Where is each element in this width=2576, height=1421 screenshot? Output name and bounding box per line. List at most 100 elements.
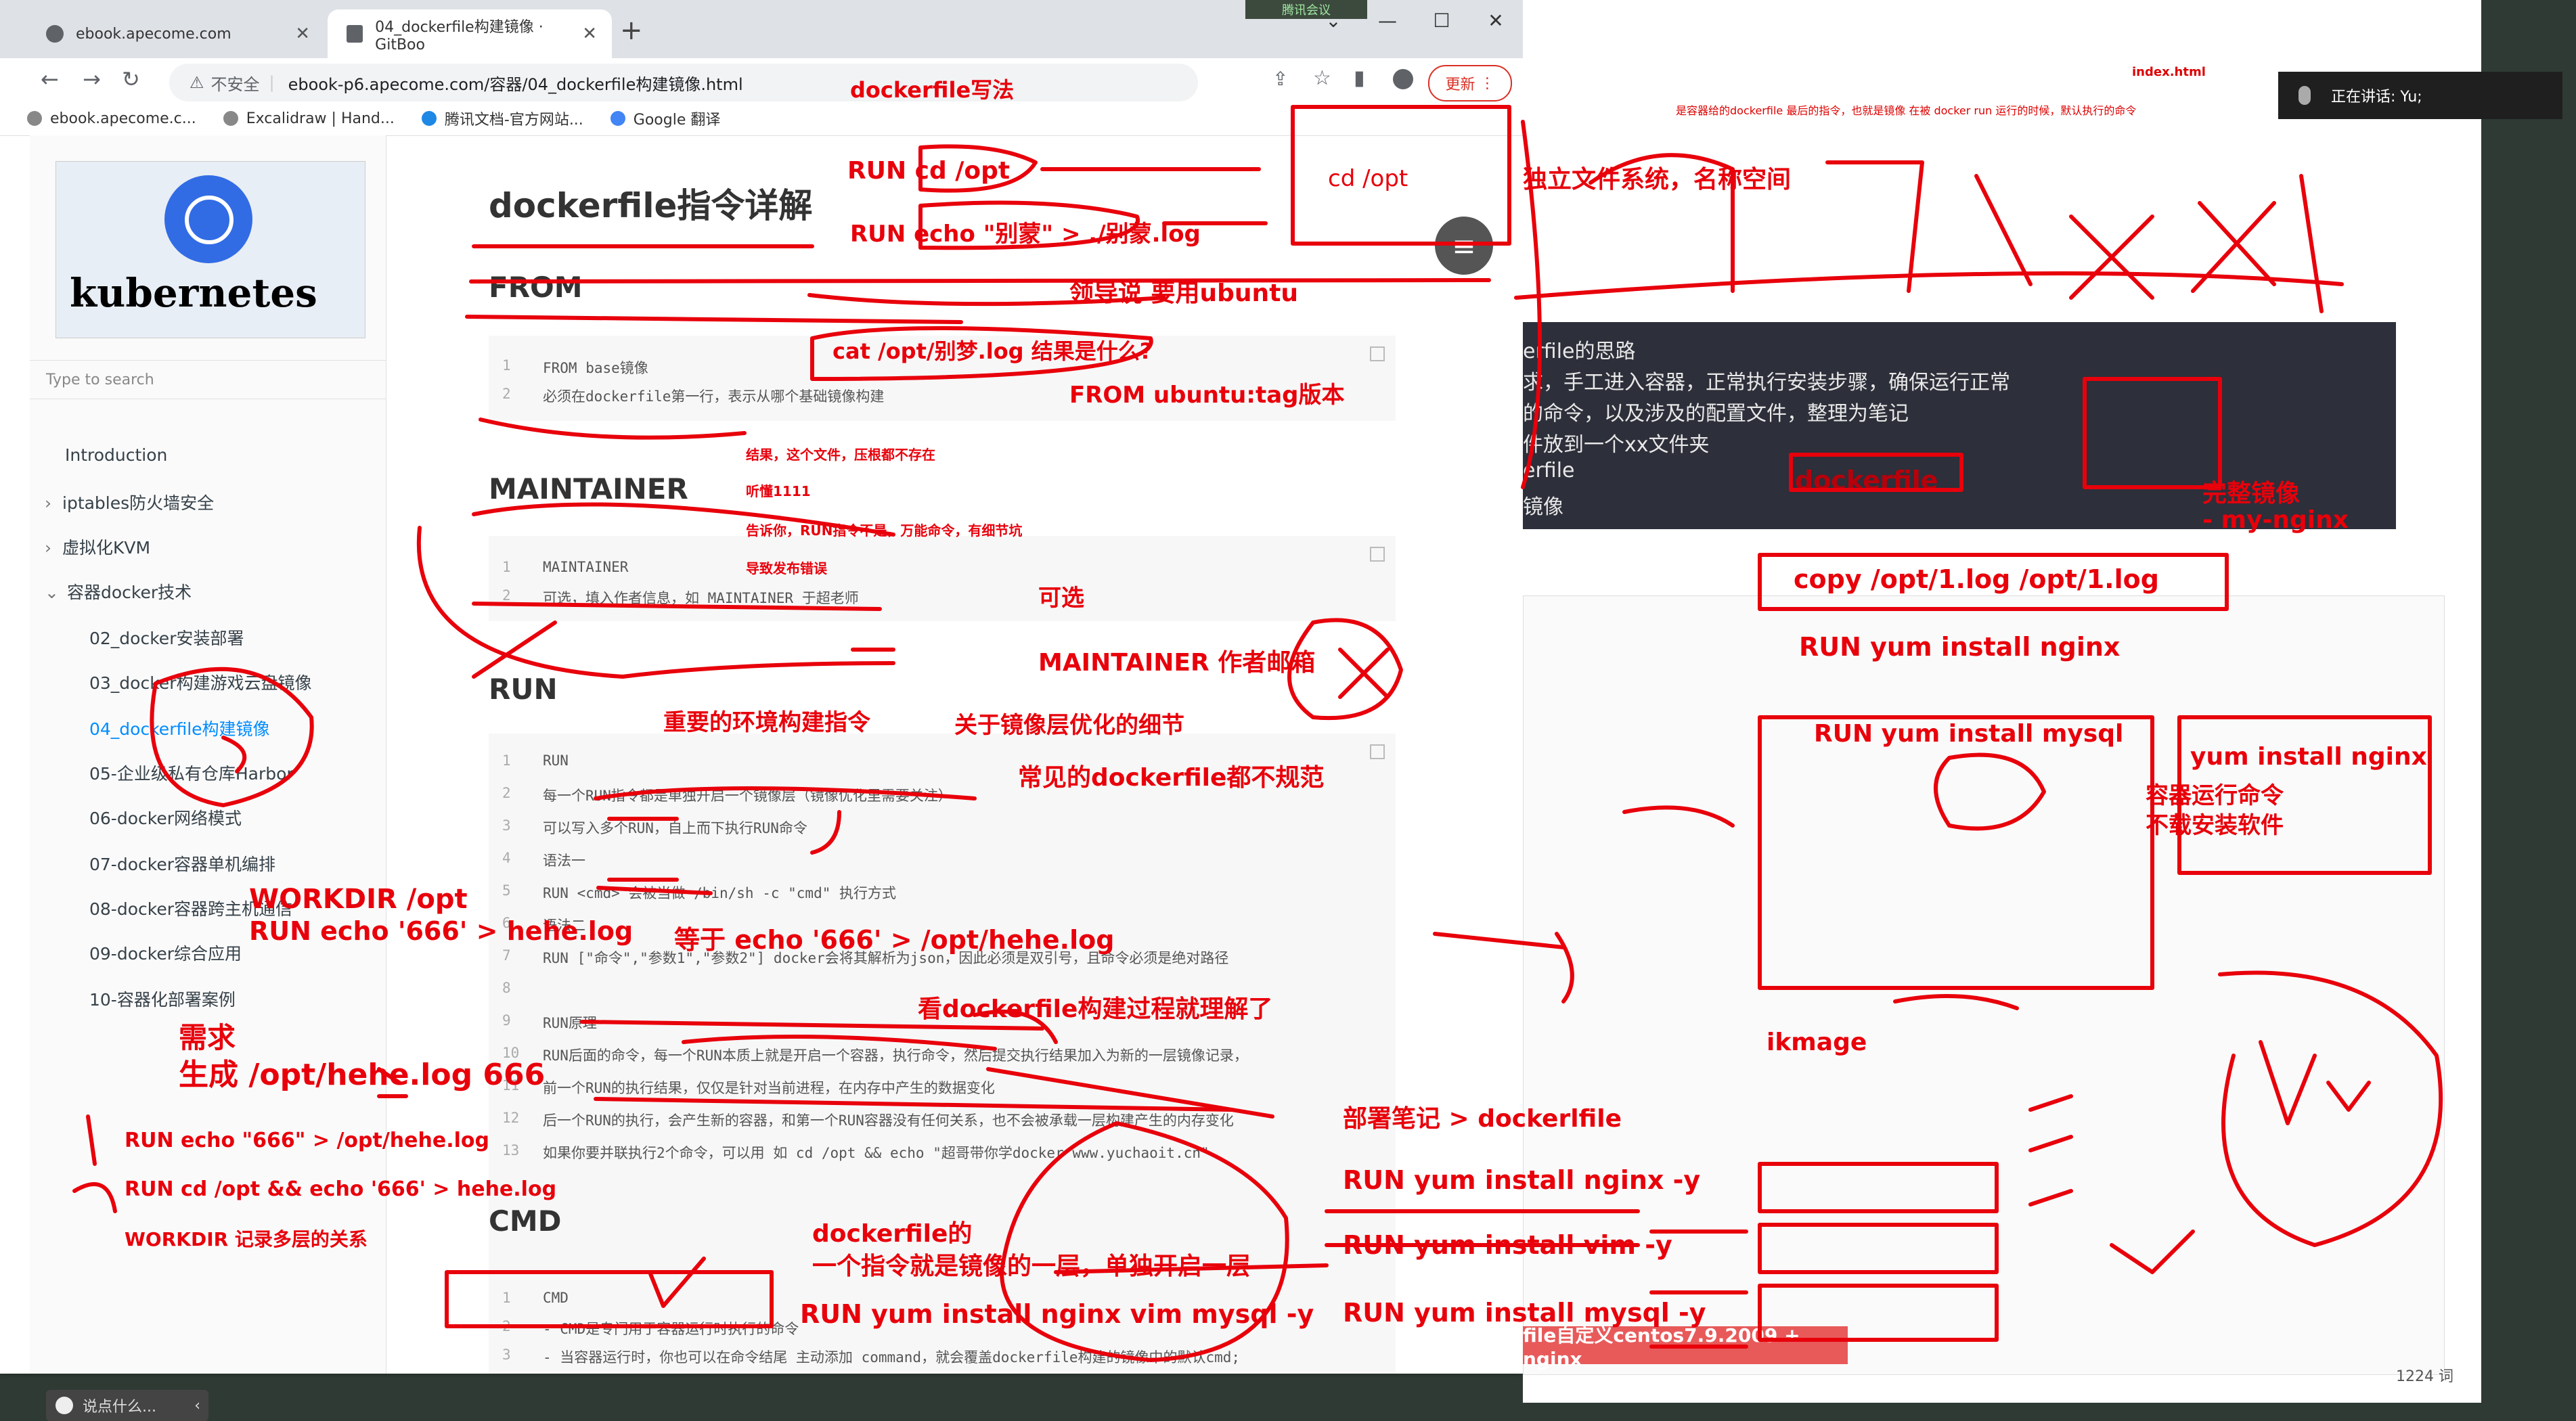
sidebar-item-05[interactable]: 05-企业级私有仓库Harbor xyxy=(30,761,386,785)
page-title: dockerfile指令详解 xyxy=(489,186,813,225)
line-number: 7 xyxy=(502,947,511,964)
warning-icon: ⚠ xyxy=(190,73,204,92)
sidebar-item-06[interactable]: 06-docker网络模式 xyxy=(30,805,386,830)
code-line: 每一个RUN指令都是单独开启一个镜像层（镜像优化里需要关注） xyxy=(543,788,952,804)
book-icon xyxy=(347,25,363,43)
translate-icon xyxy=(610,111,625,126)
bookmark-item[interactable]: ebook.apecome.c... xyxy=(27,110,196,127)
title-banner: file自定义centos7.9.2009 + nginx xyxy=(1523,1324,1848,1370)
chat-placeholder: 说点什么... xyxy=(83,1399,156,1416)
annotation: RUN yum install vim -y xyxy=(1343,1230,1672,1260)
annotation: 容器运行命令 xyxy=(2146,782,2284,809)
copy-icon[interactable] xyxy=(1370,346,1385,361)
forward-icon[interactable]: → xyxy=(83,66,101,92)
sidepanel-icon[interactable]: ▮ xyxy=(1354,66,1365,90)
minimize-icon[interactable]: — xyxy=(1360,0,1415,41)
annotation: RUN cd /opt && echo '666' > hehe.log xyxy=(125,1177,557,1201)
annotation: RUN yum install nginx vim mysql -y xyxy=(800,1299,1314,1329)
line-number: 8 xyxy=(502,980,511,996)
maximize-icon[interactable]: ☐ xyxy=(1415,0,1469,41)
address-bar[interactable]: ⚠ 不安全 | ebook-p6.apecome.com/容器/04_docke… xyxy=(169,64,1198,102)
annotation: ikmage xyxy=(1767,1029,1867,1056)
annotation: RUN cd /opt xyxy=(847,157,1011,185)
tab-dockerfile[interactable]: 04_dockerfile构建镜像 · GitBoo ✕ xyxy=(328,9,612,58)
sidebar-item-introduction[interactable]: Introduction xyxy=(30,445,386,465)
annotation: dockerfile xyxy=(1795,466,1938,495)
annotation: RUN echo "666" > /opt/hehe.log xyxy=(125,1129,489,1152)
code-line: RUN原理 xyxy=(543,1015,597,1031)
code-line: 可选，填入作者信息，如 MAINTAINER 于超老师 xyxy=(543,590,859,606)
tab-ebook[interactable]: ebook.apecome.com ✕ xyxy=(27,9,325,58)
tab-bar: ebook.apecome.com ✕ 04_dockerfile构建镜像 · … xyxy=(0,0,1523,64)
update-label: 更新 xyxy=(1445,76,1475,93)
share-icon[interactable]: ⇪ xyxy=(1272,68,1288,90)
annotation: 领导说 要用ubuntu xyxy=(1069,279,1299,307)
menu-button[interactable]: ≡ xyxy=(1435,217,1493,275)
annotation: 重要的环境构建指令 xyxy=(663,709,870,736)
chevron-left-icon[interactable]: ‹ xyxy=(194,1397,200,1414)
annotation: 看dockerfile构建过程就理解了 xyxy=(918,995,1273,1023)
code-line: 前一个RUN的执行结果，仅仅是针对当前进程，在内存中产生的数据变化 xyxy=(543,1080,995,1096)
code-line: 可以写入多个RUN，自上而下执行RUN命令 xyxy=(543,820,807,836)
sidebar-item-07[interactable]: 07-docker容器单机编排 xyxy=(30,851,386,876)
note-line: erfile xyxy=(1523,459,1575,482)
meeting-label: 正在讲话: Yu; xyxy=(2331,89,2422,106)
annotation: 导致发布错误 xyxy=(746,560,827,577)
code-line: CMD xyxy=(543,1290,569,1306)
sidebar-item-04[interactable]: 04_dockerfile构建镜像 xyxy=(30,716,386,740)
annotation: RUN echo '666' > hehe.log xyxy=(249,916,634,946)
meeting-indicator: 正在讲话: Yu; xyxy=(2278,72,2562,119)
chat-input[interactable]: 说点什么... ‹ xyxy=(46,1390,208,1421)
note-line: erfile的思路 xyxy=(1523,340,1636,363)
sidebar-item-02[interactable]: 02_docker安装部署 xyxy=(30,625,386,650)
search-input[interactable]: Type to search xyxy=(30,360,386,399)
chevron-right-icon: › xyxy=(45,538,51,558)
star-icon[interactable]: ☆ xyxy=(1313,66,1331,90)
annotation: 可选 xyxy=(1038,585,1084,612)
code-line: 后一个RUN的执行，会产生新的容器，和第一个RUN容器没有任何关系，也不会被承载… xyxy=(543,1112,1234,1129)
bookmark-item[interactable]: Excalidraw | Hand... xyxy=(223,110,395,127)
code-line: RUN后面的命令，每一个RUN本质上就是开启一个容器，执行命令，然后提交执行结果… xyxy=(543,1047,1248,1064)
note-line: 件放到一个xx文件夹 xyxy=(1523,433,1710,457)
heading-maintainer: MAINTAINER xyxy=(489,472,688,505)
annotation: 一个指令就是镜像的一层，单独开启一层 xyxy=(812,1253,1251,1280)
back-icon[interactable]: ← xyxy=(41,66,59,92)
chevron-down-icon[interactable]: ⌄ xyxy=(1306,0,1360,41)
copy-icon[interactable] xyxy=(1370,744,1385,759)
docs-icon xyxy=(421,111,437,126)
annotation: WORKDIR 记录多层的关系 xyxy=(125,1228,368,1250)
annotation: copy /opt/1.log /opt/1.log xyxy=(1794,564,2159,594)
code-line: - CMD是专门用于容器运行时执行的命令 xyxy=(543,1321,799,1337)
line-number: 5 xyxy=(502,882,511,899)
annotation: 告诉你，RUN指令不是，万能命令，有细节坑 xyxy=(746,522,1023,539)
sidebar-item-docker[interactable]: ⌄ 容器docker技术 xyxy=(30,579,386,604)
bookmark-item[interactable]: Google 翻译 xyxy=(610,108,720,129)
close-icon[interactable]: ✕ xyxy=(582,24,597,44)
avatar[interactable] xyxy=(1393,69,1413,89)
sidebar-item-kvm[interactable]: › 虚拟化KVM xyxy=(30,535,386,559)
annotation: RUN echo "别蒙" > ./别蒙.log xyxy=(850,221,1201,248)
code-line: RUN xyxy=(543,752,569,769)
heading-run: RUN xyxy=(489,673,558,706)
annotation: yum install nginx xyxy=(2190,743,2427,771)
copy-icon[interactable] xyxy=(1370,547,1385,562)
close-icon[interactable]: ✕ xyxy=(295,24,310,44)
reload-icon[interactable]: ↻ xyxy=(122,66,140,92)
annotation: 部署笔记 > dockerlfile xyxy=(1343,1105,1622,1133)
annotation: 常见的dockerfile都不规范 xyxy=(1018,764,1325,792)
tab-label: 04_dockerfile构建镜像 · GitBoo xyxy=(375,18,543,53)
sidebar-item-iptables[interactable]: › iptables防火墙安全 xyxy=(30,490,386,514)
sidebar-item-10[interactable]: 10-容器化部署案例 xyxy=(30,987,386,1011)
annotation: 生成 /opt/hehe.log 666 xyxy=(179,1058,546,1092)
annotation: 听懂1111 xyxy=(746,483,811,499)
microphone-icon xyxy=(2299,86,2311,105)
bookmark-item[interactable]: 腾讯文档-官方网站... xyxy=(421,108,583,129)
top-note: 是容器给的dockerfile 最后的指令，也就是镜像 在被 docker ru… xyxy=(1676,104,2137,117)
sidebar-item-03[interactable]: 03_docker构建游戏云盘镜像 xyxy=(30,670,386,694)
update-button[interactable]: 更新 ⋮ xyxy=(1428,65,1512,102)
annotation: 结果，这个文件，压根都不存在 xyxy=(746,447,935,463)
new-tab-button[interactable]: + xyxy=(620,15,643,46)
annotation: 不载安装软件 xyxy=(2146,812,2284,839)
close-icon[interactable]: ✕ xyxy=(1469,0,1523,41)
annotation: FROM ubuntu:tag版本 xyxy=(1069,382,1345,409)
